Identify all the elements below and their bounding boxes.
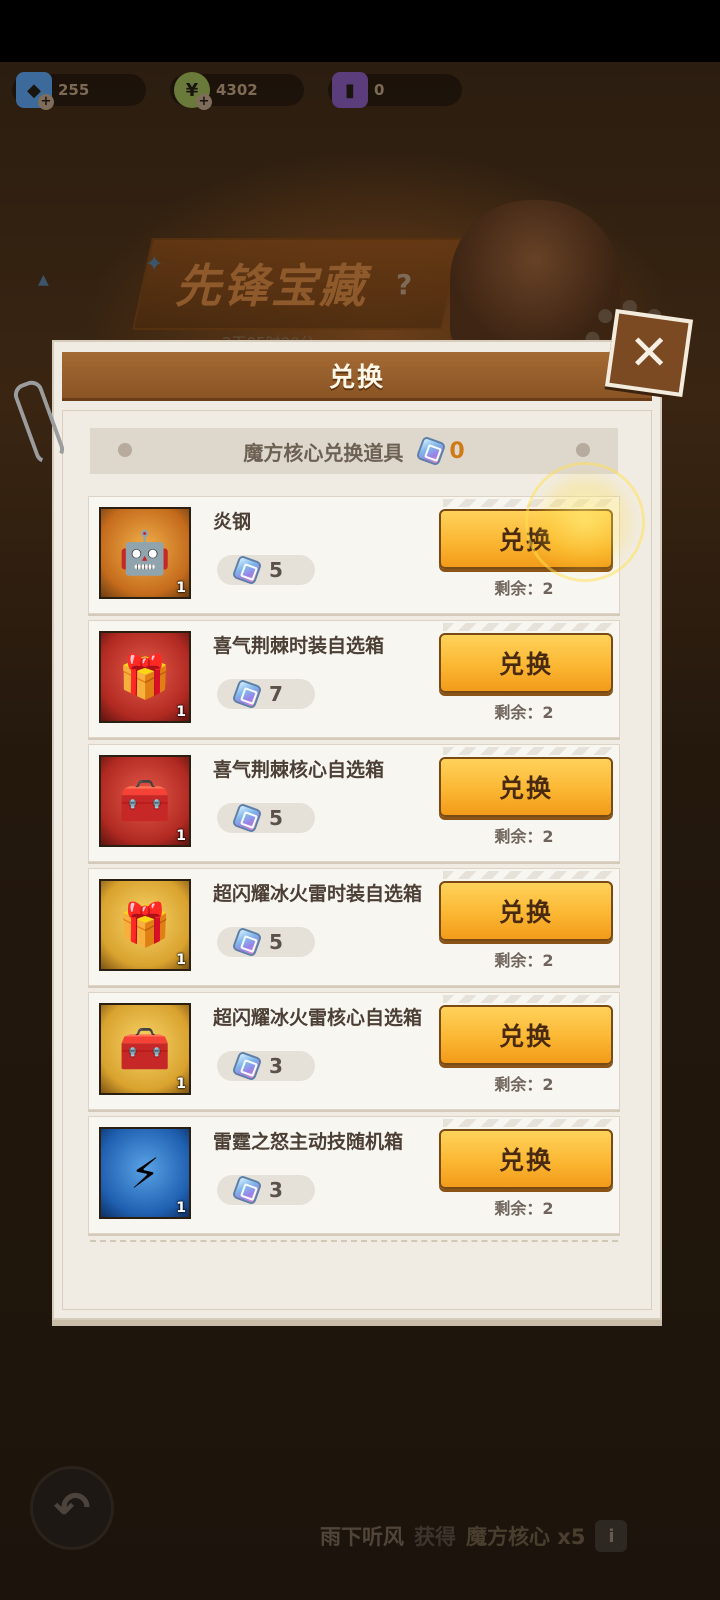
- list-divider: [90, 1240, 618, 1242]
- cost-value: 5: [269, 930, 283, 954]
- remaining-count: 剩余：2: [494, 579, 554, 598]
- currency-coin[interactable]: ¥ + 4302: [170, 72, 304, 110]
- cost-value: 7: [269, 682, 283, 706]
- remaining-count: 剩余：2: [494, 827, 554, 846]
- close-icon: ✕: [628, 325, 670, 381]
- star-decoration-icon: ▲: [38, 272, 49, 288]
- redeem-button[interactable]: 兑换: [439, 1129, 613, 1189]
- item-thumbnail[interactable]: 🤖 1: [99, 507, 191, 599]
- currency-value: 0: [374, 81, 385, 99]
- exchange-row: 🎁 1 超闪耀冰火雷时装自选箱 5 兑换 剩余：2: [88, 868, 620, 986]
- exchange-subtitle: 魔方核心兑换道具: [243, 440, 404, 465]
- cost-value: 5: [269, 558, 283, 582]
- currency-bar: ◆ + 255 ¥ + 4302 ▮ 0: [12, 72, 462, 114]
- cost-value: 5: [269, 806, 283, 830]
- item-name: 喜气荆棘核心自选箱: [213, 759, 385, 781]
- help-icon[interactable]: ?: [396, 268, 412, 301]
- exchange-row: ⚡ 1 雷霆之怒主动技随机箱 3 兑换 剩余：2: [88, 1116, 620, 1234]
- modal-title: 兑换: [62, 352, 652, 401]
- hazard-stripe: [443, 1119, 613, 1127]
- currency-value: 4302: [216, 81, 258, 99]
- redeem-button[interactable]: 兑换: [439, 633, 613, 693]
- remaining-count: 剩余：2: [494, 951, 554, 970]
- item-name: 超闪耀冰火雷时装自选箱: [213, 883, 423, 905]
- redeem-button[interactable]: 兑换: [439, 1005, 613, 1065]
- remaining-count: 剩余：2: [494, 1199, 554, 1218]
- cost-pill: 5: [217, 555, 315, 585]
- plus-icon[interactable]: +: [196, 94, 212, 110]
- item-quantity: 1: [176, 952, 186, 968]
- rivet-icon: [118, 443, 132, 457]
- hazard-stripe: [443, 995, 613, 1003]
- currency-value: 255: [58, 81, 90, 99]
- event-title: 先锋宝藏: [175, 259, 367, 313]
- rivet-icon: [576, 443, 590, 457]
- item-quantity: 1: [176, 1200, 186, 1216]
- exchange-row: 🤖 1 炎钢 5 兑换 剩余：2: [88, 496, 620, 614]
- currency-header: 魔方核心兑换道具 0: [90, 428, 618, 474]
- ticker-player: 雨下听风: [320, 1525, 404, 1549]
- item-thumbnail[interactable]: ⚡ 1: [99, 1127, 191, 1219]
- cost-pill: 3: [217, 1175, 315, 1205]
- cost-pill: 7: [217, 679, 315, 709]
- redeem-button[interactable]: 兑换: [439, 757, 613, 817]
- magic-cube-core-icon: [233, 1052, 261, 1080]
- magic-cube-core-icon: [233, 1176, 261, 1204]
- purple-card-icon: ▮: [332, 72, 368, 108]
- currency-card[interactable]: ▮ 0: [328, 72, 462, 108]
- magic-cube-core-icon: [233, 928, 261, 956]
- magic-cube-core-icon: [233, 680, 261, 708]
- currency-helmet[interactable]: ◆ + 255: [12, 72, 146, 110]
- hazard-stripe: [443, 747, 613, 755]
- exchange-row: 🧰 1 喜气荆棘核心自选箱 5 兑换 剩余：2: [88, 744, 620, 862]
- hazard-stripe: [443, 623, 613, 631]
- star-decoration-icon: ✦: [145, 252, 164, 277]
- cost-pill: 5: [217, 927, 315, 957]
- magic-cube-core-icon: [233, 804, 261, 832]
- status-bar: [0, 0, 720, 62]
- item-thumbnail[interactable]: 🎁 1: [99, 631, 191, 723]
- item-name: 雷霆之怒主动技随机箱: [213, 1131, 404, 1153]
- item-thumbnail[interactable]: 🎁 1: [99, 879, 191, 971]
- cost-value: 3: [269, 1054, 283, 1078]
- item-name: 超闪耀冰火雷核心自选箱: [213, 1007, 423, 1029]
- redeem-button[interactable]: 兑换: [439, 881, 613, 941]
- item-quantity: 1: [176, 828, 186, 844]
- item-name: 喜气荆棘时装自选箱: [213, 635, 385, 657]
- item-quantity: 1: [176, 580, 186, 596]
- redeem-button[interactable]: 兑换: [439, 509, 613, 569]
- cost-pill: 5: [217, 803, 315, 833]
- back-arrow-icon: ↶: [53, 1482, 91, 1534]
- item-thumbnail[interactable]: 🧰 1: [99, 1003, 191, 1095]
- item-thumbnail[interactable]: 🧰 1: [99, 755, 191, 847]
- cost-value: 3: [269, 1178, 283, 1202]
- item-name: 炎钢: [213, 511, 252, 533]
- plus-icon[interactable]: +: [38, 94, 54, 110]
- hazard-stripe: [443, 871, 613, 879]
- ticker-verb: 获得: [414, 1525, 456, 1549]
- exchange-list: 🤖 1 炎钢 5 兑换 剩余：2 🎁 1 喜气荆棘时装自选箱 7 兑换 剩余：2…: [88, 496, 620, 1240]
- item-quantity: 1: [176, 1076, 186, 1092]
- close-button[interactable]: ✕: [604, 308, 694, 398]
- magic-cube-core-icon: [233, 556, 261, 584]
- exchange-row: 🎁 1 喜气荆棘时装自选箱 7 兑换 剩余：2: [88, 620, 620, 738]
- exchange-row: 🧰 1 超闪耀冰火雷核心自选箱 3 兑换 剩余：2: [88, 992, 620, 1110]
- cost-pill: 3: [217, 1051, 315, 1081]
- remaining-count: 剩余：2: [494, 703, 554, 722]
- magic-cube-core-icon: [417, 437, 445, 465]
- broadcast-ticker: 雨下听风 获得 魔方核心 x5 i: [320, 1518, 700, 1554]
- info-icon[interactable]: i: [595, 1520, 628, 1552]
- core-balance: 0: [449, 438, 465, 464]
- item-quantity: 1: [176, 704, 186, 720]
- back-button[interactable]: ↶: [30, 1466, 114, 1550]
- ticker-item: 魔方核心 x5: [466, 1525, 586, 1549]
- remaining-count: 剩余：2: [494, 1075, 554, 1094]
- hazard-stripe: [443, 499, 613, 507]
